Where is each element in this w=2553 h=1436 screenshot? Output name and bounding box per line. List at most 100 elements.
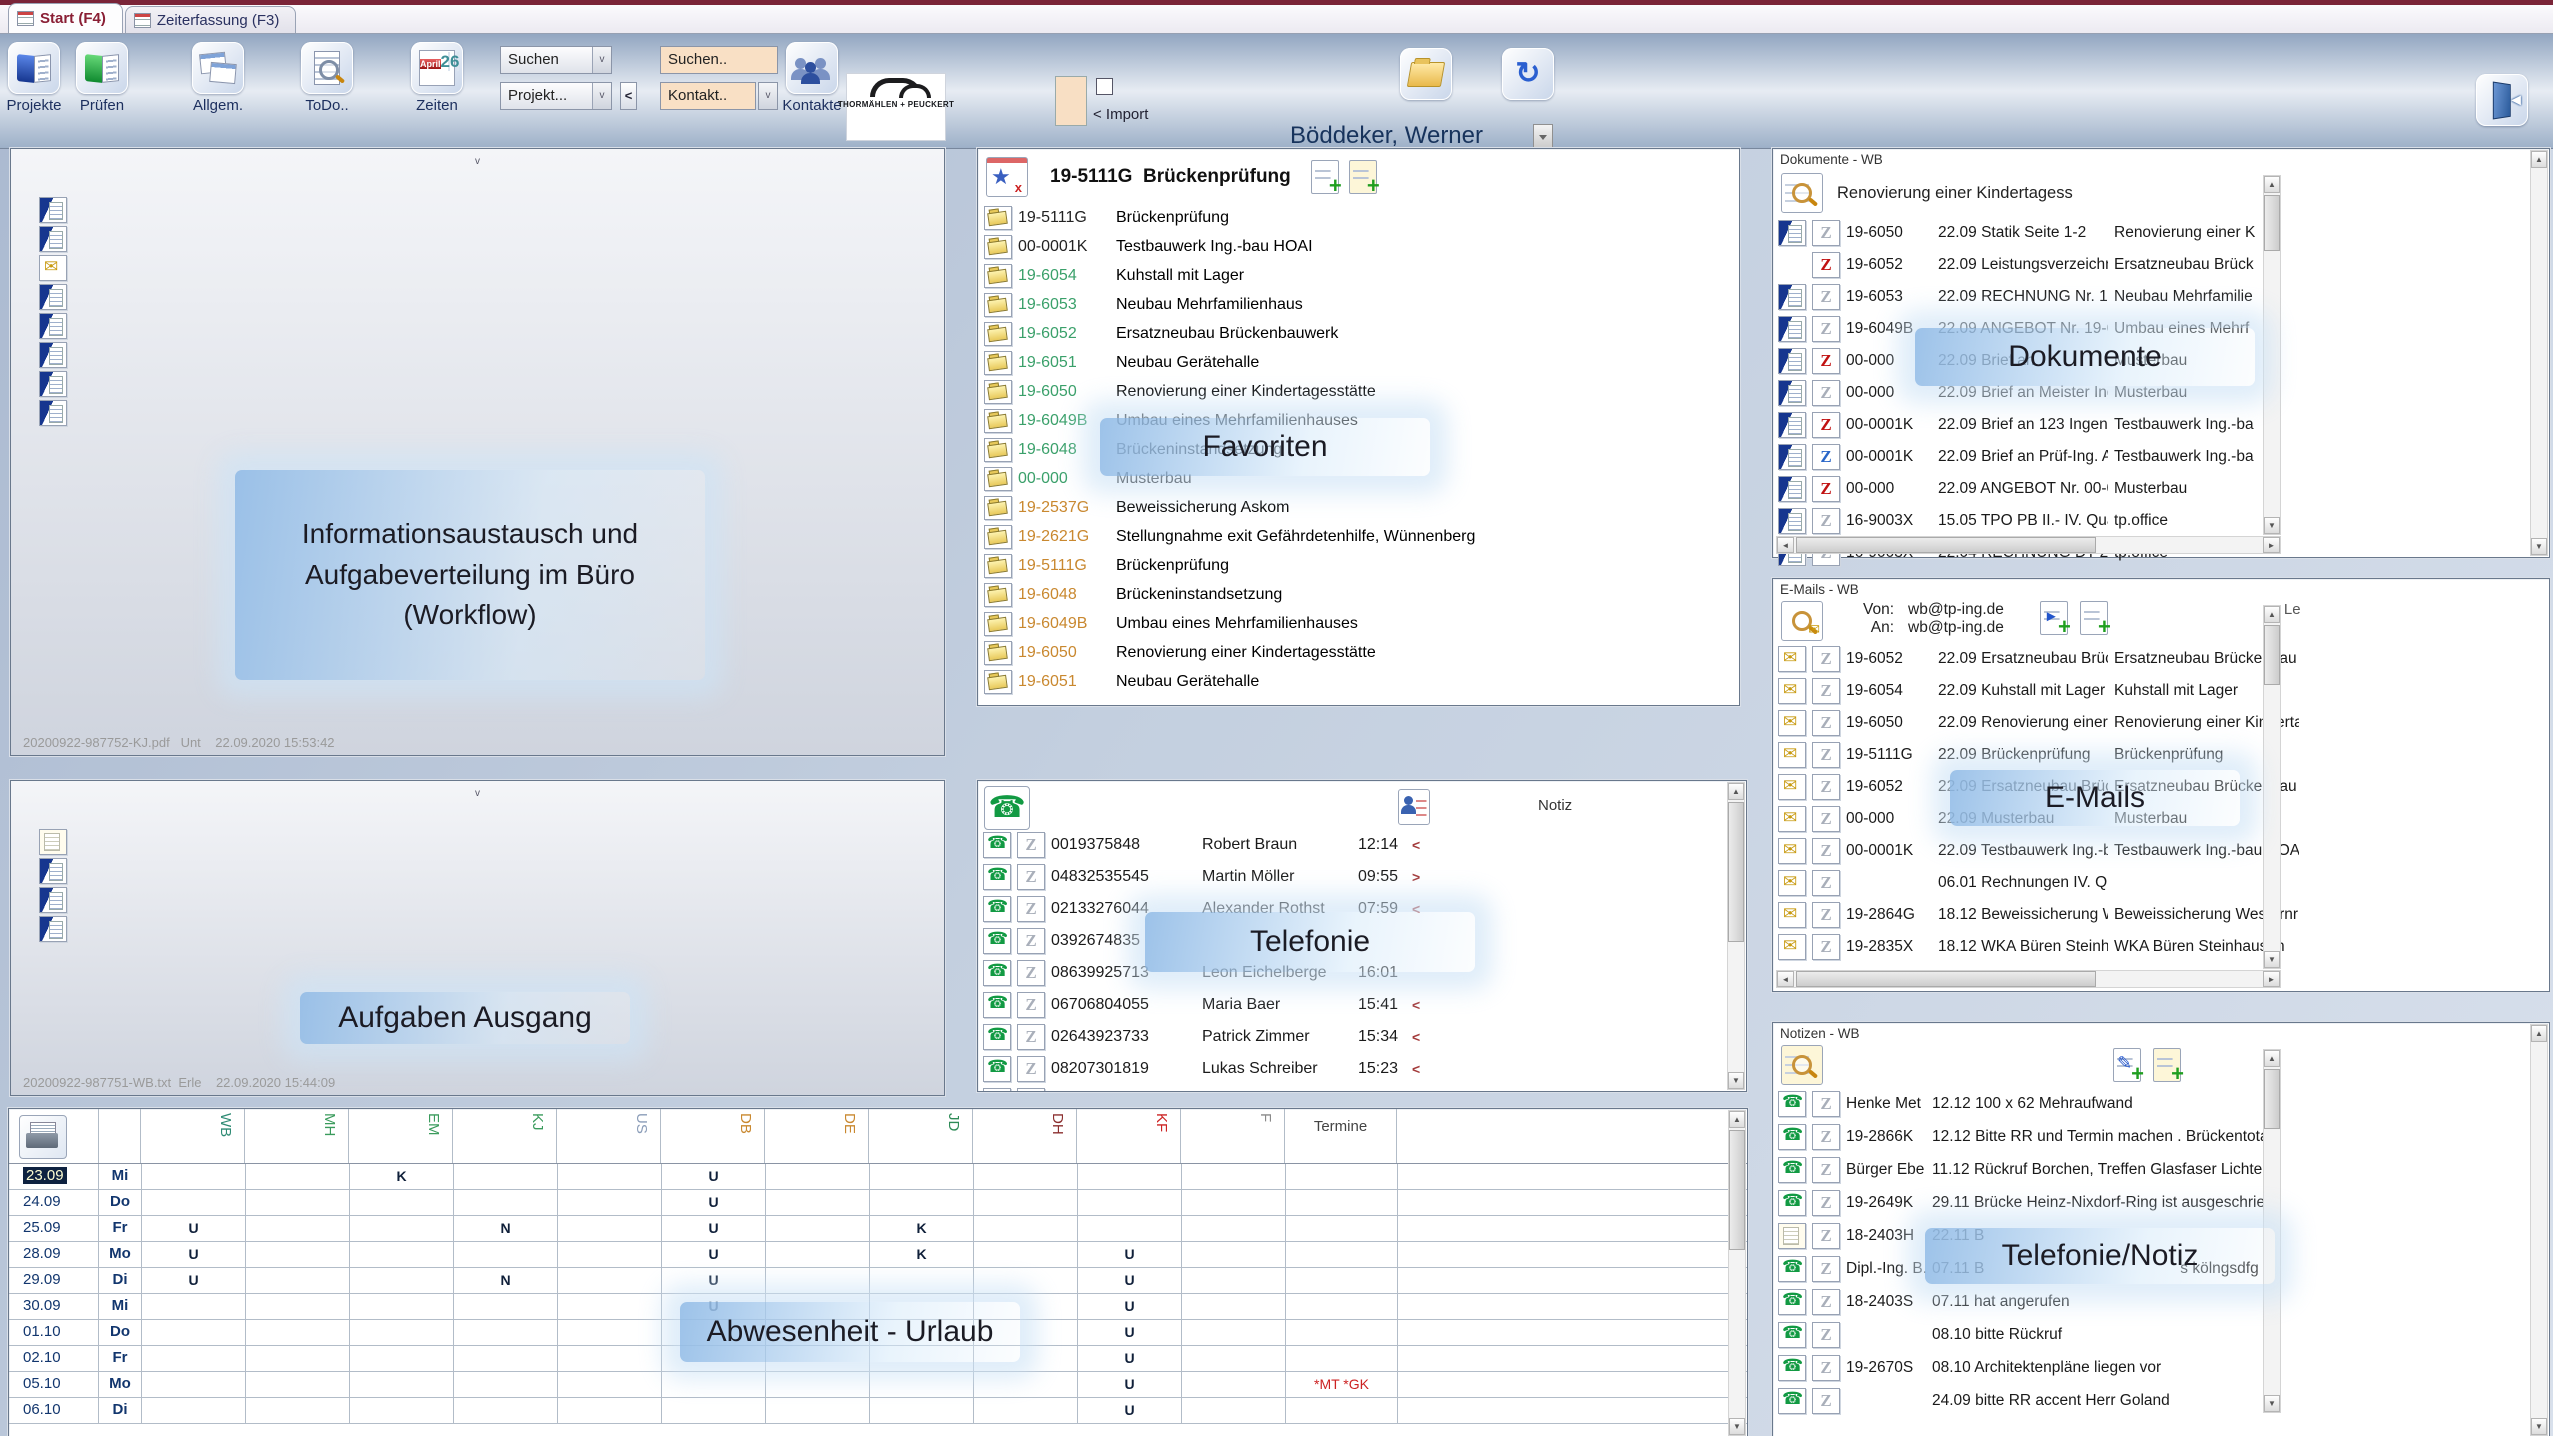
person-column-header[interactable]: F xyxy=(1181,1109,1285,1163)
absence-cell[interactable] xyxy=(662,1398,766,1423)
z-note-icon[interactable] xyxy=(1812,1289,1840,1315)
email-row[interactable]: 00-000 22.09 Musterbau Musterbau xyxy=(1773,803,2549,835)
z-note-icon[interactable] xyxy=(1812,252,1840,278)
absence-cell[interactable] xyxy=(870,1164,974,1189)
person-column-header[interactable]: DH xyxy=(973,1109,1077,1163)
absence-cell[interactable] xyxy=(350,1320,454,1345)
z-note-icon[interactable] xyxy=(1812,678,1840,704)
absence-cell[interactable] xyxy=(766,1294,870,1319)
project-folder-icon[interactable] xyxy=(984,467,1012,491)
note-type-icon[interactable] xyxy=(1778,1289,1806,1315)
absence-cell[interactable] xyxy=(974,1372,1078,1397)
absence-cell[interactable] xyxy=(558,1294,662,1319)
absence-cell[interactable] xyxy=(454,1190,558,1215)
email-row[interactable]: 19-6050 22.09 Renovierung einer Ki Renov… xyxy=(1773,707,2549,739)
absence-cell[interactable] xyxy=(558,1164,662,1189)
project-folder-icon[interactable] xyxy=(984,322,1012,346)
z-note-icon[interactable] xyxy=(1017,1056,1045,1082)
document-row[interactable]: 19-6049B 22.09 ANGEBOT Nr. 19-6 Umbau ei… xyxy=(1773,313,2549,345)
absence-cell[interactable] xyxy=(1182,1164,1286,1189)
scroll-down-icon[interactable]: ▼ xyxy=(1728,1072,1744,1089)
scroll-left-icon[interactable]: ◄ xyxy=(1777,537,1794,553)
absence-cell[interactable] xyxy=(766,1164,870,1189)
exit-button[interactable]: ◄ xyxy=(2476,74,2528,126)
absence-cell[interactable] xyxy=(454,1294,558,1319)
calendar-date-cell[interactable]: 05.10 xyxy=(9,1372,99,1397)
z-note-icon[interactable] xyxy=(1812,1124,1840,1150)
email-row[interactable]: 19-5111G 22.09 Brückenprüfung Brückenprü… xyxy=(1773,739,2549,771)
person-column-header[interactable]: EM xyxy=(349,1109,453,1163)
absence-cell[interactable]: U xyxy=(662,1216,766,1241)
absence-cell[interactable]: U xyxy=(1078,1398,1182,1423)
absence-cell[interactable] xyxy=(974,1268,1078,1293)
z-note-icon[interactable] xyxy=(1812,838,1840,864)
scroll-thumb[interactable] xyxy=(1796,537,2096,553)
add-email-document-button[interactable] xyxy=(2080,601,2108,635)
absence-cell[interactable] xyxy=(558,1242,662,1267)
documents-list-scrollbar[interactable]: ▲ ▼ xyxy=(2263,175,2281,535)
z-note-icon[interactable] xyxy=(1812,1157,1840,1183)
absence-cell[interactable] xyxy=(870,1190,974,1215)
absence-cell[interactable] xyxy=(246,1320,350,1345)
absence-cell[interactable] xyxy=(974,1190,1078,1215)
note-type-icon[interactable] xyxy=(1778,1256,1806,1282)
scroll-up-icon[interactable]: ▲ xyxy=(1728,783,1744,800)
calendar-date-cell[interactable]: 30.09 xyxy=(9,1294,99,1319)
project-folder-icon[interactable] xyxy=(984,409,1012,433)
z-note-icon[interactable] xyxy=(1812,806,1840,832)
calendar-row[interactable]: 28.09 Mo U U K U xyxy=(9,1242,1747,1268)
absence-cell[interactable] xyxy=(870,1294,974,1319)
favorite-row[interactable]: 19-6051 Neubau Gerätehalle xyxy=(978,348,1739,377)
absence-cell[interactable] xyxy=(1078,1216,1182,1241)
z-note-icon[interactable] xyxy=(1812,476,1840,502)
add-note-button[interactable] xyxy=(2153,1048,2181,1082)
document-row[interactable]: 16-9003X 15.05 TPO PB II.- IV. Quar tp.o… xyxy=(1773,505,2549,537)
absence-cell[interactable] xyxy=(142,1372,246,1397)
note-row[interactable]: 19-2649K 29.11 Brücke Heinz-Nixdorf-Ring… xyxy=(1773,1186,2549,1219)
note-type-icon[interactable] xyxy=(1778,1157,1806,1183)
note-type-icon[interactable] xyxy=(1778,1388,1806,1414)
z-note-icon[interactable] xyxy=(1812,1355,1840,1381)
absence-cell[interactable] xyxy=(870,1398,974,1423)
phone-icon[interactable] xyxy=(984,786,1030,830)
absence-cell[interactable] xyxy=(454,1372,558,1397)
absence-cell[interactable] xyxy=(766,1190,870,1215)
calendar-date-cell[interactable]: 28.09 xyxy=(9,1242,99,1267)
email-row[interactable]: 19-6052 22.09 Ersatzneubau Brücke Ersatz… xyxy=(1773,643,2549,675)
dial-phone-icon[interactable] xyxy=(983,1088,1011,1092)
telephone-scrollbar[interactable]: ▲ ▼ xyxy=(1727,782,1745,1090)
absence-cell[interactable] xyxy=(1078,1190,1182,1215)
calendar-row[interactable]: 30.09 Mi U U xyxy=(9,1294,1747,1320)
project-folder-icon[interactable] xyxy=(984,235,1012,259)
termine-cell[interactable] xyxy=(1286,1346,1398,1371)
absence-cell[interactable] xyxy=(558,1346,662,1371)
project-folder-icon[interactable] xyxy=(984,554,1012,578)
calendar-row[interactable]: 01.10 Do U xyxy=(9,1320,1747,1346)
scroll-down-icon[interactable]: ▼ xyxy=(2264,951,2280,968)
absence-cell[interactable] xyxy=(1182,1190,1286,1215)
project-folder-icon[interactable] xyxy=(984,496,1012,520)
absence-cell[interactable]: K xyxy=(350,1164,454,1189)
scroll-thumb[interactable] xyxy=(1728,802,1744,942)
notes-list-scrollbar[interactable]: ▲ ▼ xyxy=(2263,1049,2281,1413)
dial-phone-icon[interactable] xyxy=(983,928,1011,954)
note-type-icon[interactable] xyxy=(1778,1223,1806,1249)
absence-cell[interactable]: U xyxy=(142,1216,246,1241)
absence-cell[interactable] xyxy=(350,1242,454,1267)
z-note-icon[interactable] xyxy=(1812,742,1840,768)
search-mode-select[interactable]: Suchen v xyxy=(500,46,612,74)
z-note-icon[interactable] xyxy=(1812,710,1840,736)
absence-cell[interactable] xyxy=(454,1320,558,1345)
z-note-icon[interactable] xyxy=(1017,928,1045,954)
absence-cell[interactable] xyxy=(1182,1242,1286,1267)
note-row[interactable]: 19-2670S 08.10 Architektenpläne liegen v… xyxy=(1773,1351,2549,1384)
tasks-filter-select[interactable]: v xyxy=(484,792,506,818)
favorite-row[interactable]: 19-6050 Renovierung einer Kindertagesstä… xyxy=(978,377,1739,406)
call-row[interactable]: 0841000075 Jannis Oster 15:19 < xyxy=(978,1085,1746,1092)
project-folder-icon[interactable] xyxy=(984,525,1012,549)
favorite-row[interactable]: 19-6052 Ersatzneubau Brückenbauwerk xyxy=(978,319,1739,348)
scroll-thumb[interactable] xyxy=(2264,1069,2280,1129)
z-note-icon[interactable] xyxy=(1812,1190,1840,1216)
absence-cell[interactable] xyxy=(1182,1320,1286,1345)
z-note-icon[interactable] xyxy=(1812,870,1840,896)
